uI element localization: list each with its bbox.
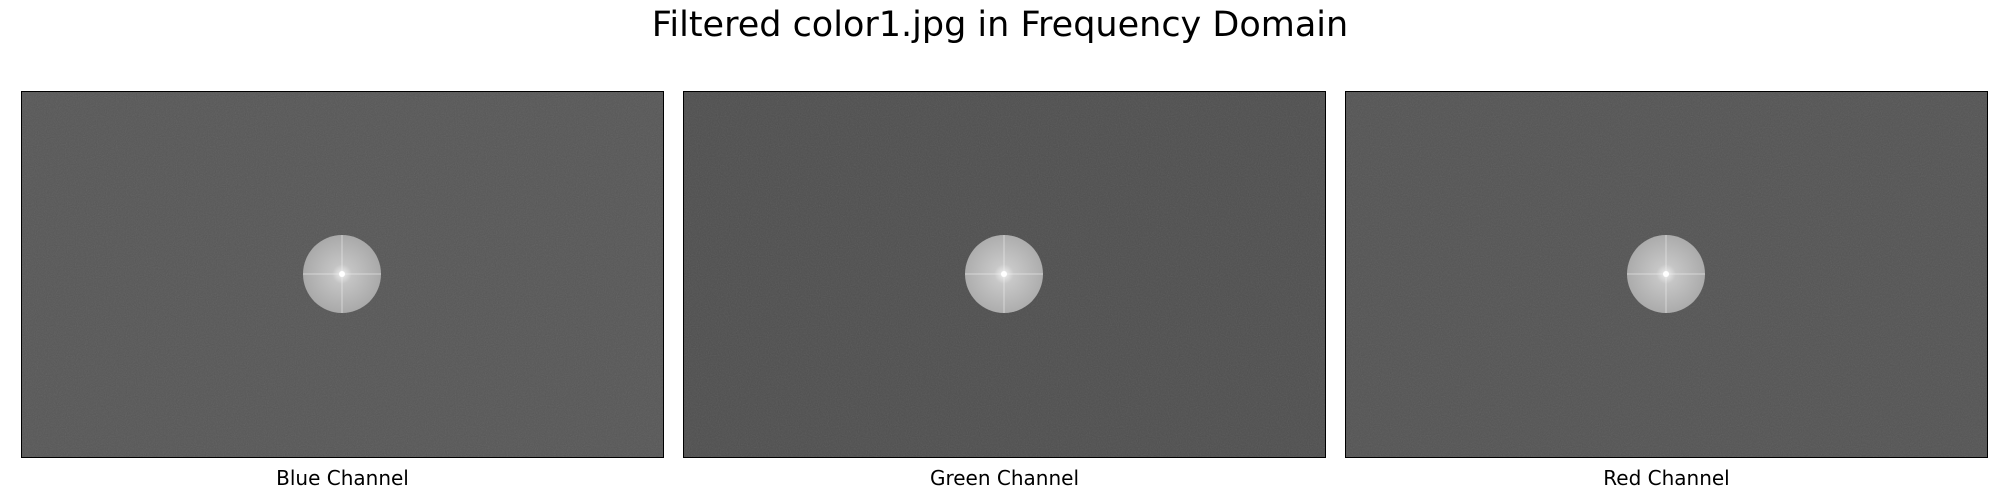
green-channel-caption: Green Channel [929, 466, 1080, 490]
red-channel-caption: Red Channel [1603, 466, 1730, 490]
blue-channel-spectrum [21, 91, 664, 458]
blue-channel-caption: Blue Channel [276, 466, 409, 490]
red-channel-spectrum-image [1346, 92, 1987, 457]
green-channel-spectrum-image [684, 92, 1325, 457]
figure-title: Filtered color1.jpg in Frequency Domain [651, 5, 1349, 45]
dc-component [1001, 271, 1007, 277]
blue-channel-spectrum-image [22, 92, 663, 457]
dc-component [339, 271, 345, 277]
red-channel-spectrum [1345, 91, 1988, 458]
green-channel-spectrum [683, 91, 1326, 458]
dc-component [1663, 271, 1669, 277]
